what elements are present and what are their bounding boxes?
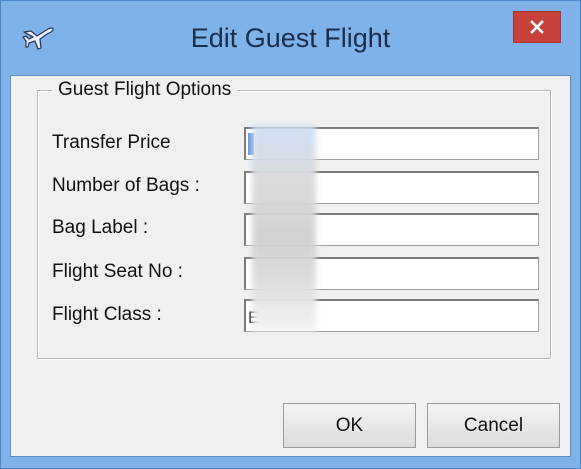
flight-seat-no-label: Flight Seat No : — [52, 261, 183, 282]
window-title: Edit Guest Flight — [190, 23, 391, 53]
bag-label-input[interactable] — [244, 213, 539, 246]
dialog-window: Edit Guest Flight Guest Flight Options T… — [0, 0, 581, 469]
guest-flight-options-group: Guest Flight Options Transfer Price Numb… — [37, 79, 551, 359]
transfer-price-label: Transfer Price — [52, 132, 171, 153]
close-icon — [530, 20, 544, 34]
title-bar[interactable]: Edit Guest Flight — [1, 1, 580, 75]
number-of-bags-input[interactable] — [244, 171, 539, 204]
dialog-client-area: Guest Flight Options Transfer Price Numb… — [10, 75, 571, 457]
ok-button[interactable]: OK — [283, 403, 416, 448]
close-button[interactable] — [513, 11, 561, 43]
bag-label-label: Bag Label : — [52, 217, 149, 238]
selection-highlight — [248, 133, 254, 155]
number-of-bags-label: Number of Bags : — [52, 175, 200, 196]
flight-class-label: Flight Class : — [52, 304, 162, 325]
flight-seat-no-input[interactable] — [244, 257, 539, 290]
flight-class-input[interactable] — [244, 299, 539, 332]
transfer-price-input[interactable] — [244, 127, 539, 160]
cancel-button[interactable]: Cancel — [427, 403, 560, 448]
group-legend: Guest Flight Options — [52, 79, 238, 101]
